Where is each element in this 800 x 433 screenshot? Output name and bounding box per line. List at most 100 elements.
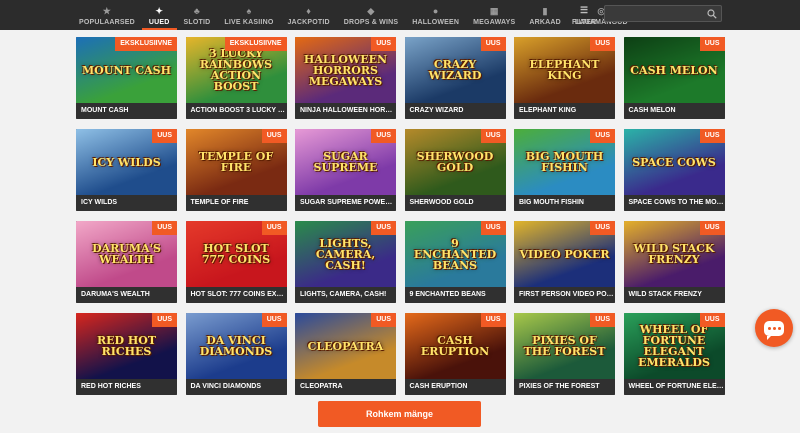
search-box[interactable] (604, 5, 722, 24)
new-badge: UUS (590, 313, 615, 327)
game-tile[interactable]: ICY WILDS UUS ICY WILDS (76, 129, 177, 211)
game-tile[interactable]: MOUNT CASH EKSKLUSIIVNE MOUNT CASH (76, 37, 177, 119)
game-tile[interactable]: CRAZY WIZARD UUS CRAZY WIZARD (404, 37, 506, 119)
game-title[interactable]: CASH MELON (623, 103, 725, 119)
game-tile[interactable]: HALLOWEEN HORRORS MEGAWAYS UUS NINJA HALLO… (295, 37, 396, 119)
game-tile[interactable]: CLEOPATRA UUS CLEOPATRA (295, 313, 396, 395)
game-title[interactable]: RED HOT RICHES (76, 379, 177, 395)
game-tile[interactable]: WILD STACK FRENZY UUS WILD STACK FRENZY (623, 221, 725, 303)
tab-label: ARKAAD (529, 19, 561, 26)
chat-button[interactable] (755, 309, 793, 347)
tab-megaways[interactable]: ▦ MEGAWAYS (466, 0, 522, 30)
game-title[interactable]: SPACE COWS TO THE MOO'N (623, 195, 725, 211)
tab-arkaad[interactable]: ▮ ARKAAD (522, 0, 568, 30)
game-tile[interactable]: 9 ENCHANTED BEANS UUS 9 ENCHANTED BEANS (404, 221, 506, 303)
game-logo-text: HALLOWEEN HORRORS MEGAWAYS (303, 52, 388, 88)
game-logo-text: CRAZY WIZARD (428, 58, 482, 82)
game-title[interactable]: NINJA HALLOWEEN HORRO... (295, 103, 396, 119)
game-logo-text: PIXIES OF THE FOREST (523, 334, 606, 358)
game-title[interactable]: SUGAR SUPREME POWERN... (295, 195, 396, 211)
tab-populaarsed[interactable]: ★ POPULAARSED (72, 0, 142, 30)
game-tile[interactable]: LIGHTS, CAMERA, CASH! UUS LIGHTS, CAMERA, … (295, 221, 396, 303)
game-title[interactable]: WILD STACK FRENZY (623, 287, 725, 303)
game-tile[interactable]: VIDEO POKER UUS FIRST PERSON VIDEO POKER (514, 221, 615, 303)
tab-jackpotid[interactable]: ♦ JACKPOTID (280, 0, 336, 30)
game-tile[interactable]: CASH MELON UUS CASH MELON (623, 37, 725, 119)
game-title[interactable]: FIRST PERSON VIDEO POKER (514, 287, 615, 303)
game-title[interactable]: 9 ENCHANTED BEANS (404, 287, 506, 303)
new-badge: UUS (590, 37, 615, 51)
game-title[interactable]: PIXIES OF THE FOREST (514, 379, 615, 395)
game-title[interactable]: ELEPHANT KING (514, 103, 615, 119)
game-logo-text: SHERWOOD GOLD (416, 150, 494, 174)
game-title[interactable]: CASH ERUPTION (404, 379, 506, 395)
game-tile[interactable]: 3 LUCKY RAINBOWS ACTION BOOST EKSKLUSIIVN… (185, 37, 287, 119)
new-badge: UUS (699, 313, 725, 327)
game-title[interactable]: MOUNT CASH (76, 103, 177, 119)
game-logo-text: SUGAR SUPREME (313, 150, 378, 174)
game-tile[interactable]: TEMPLE OF FIRE UUS TEMPLE OF FIRE (185, 129, 287, 211)
game-logo-text: HOT SLOT 777 COINS (201, 242, 271, 266)
new-badge: UUS (371, 313, 396, 327)
game-title[interactable]: HOT SLOT: 777 COINS EXTR... (185, 287, 287, 303)
game-tile[interactable]: HOT SLOT 777 COINS UUS HOT SLOT: 777 COINS… (185, 221, 287, 303)
new-badge: UUS (152, 129, 177, 143)
new-badge: UUS (699, 129, 725, 143)
game-logo-text: WHEEL OF FORTUNE ELEGANT EMERALDS (638, 323, 710, 369)
game-tile[interactable]: SUGAR SUPREME UUS SUGAR SUPREME POWERN... (295, 129, 396, 211)
tab-halloween[interactable]: ● HALLOWEEN (405, 0, 466, 30)
game-title[interactable]: BIG MOUTH FISHIN (514, 195, 615, 211)
game-title[interactable]: DARUMA'S WEALTH (76, 287, 177, 303)
game-title[interactable]: SHERWOOD GOLD (404, 195, 506, 211)
new-badge: UUS (480, 221, 506, 235)
new-badge: UUS (699, 221, 725, 235)
exclusive-badge: EKSKLUSIIVNE (224, 37, 287, 51)
game-title[interactable]: ACTION BOOST 3 LUCKY RA... (185, 103, 287, 119)
game-tile[interactable]: SPACE COWS UUS SPACE COWS TO THE MOO'N (623, 129, 725, 211)
game-tile[interactable]: CASH ERUPTION UUS CASH ERUPTION (404, 313, 506, 395)
game-title[interactable]: WHEEL OF FORTUNE ELEG... (623, 379, 725, 395)
filter-button[interactable]: ☰ FILTER (572, 0, 596, 30)
game-tile[interactable]: WHEEL OF FORTUNE ELEGANT EMERALDS UUS WHEE… (623, 313, 725, 395)
game-tile[interactable]: ELEPHANT KING UUS ELEPHANT KING (514, 37, 615, 119)
game-tile[interactable]: DA VINCI DIAMONDS UUS DA VINCI DIAMONDS (185, 313, 287, 395)
live-dealer-icon: ♠ (246, 6, 252, 16)
tab-live-kasiino[interactable]: ♠ LIVE KASIINO (217, 0, 280, 30)
game-logo-text: BIG MOUTH FISHIN (525, 150, 604, 174)
tab-label: HALLOWEEN (412, 19, 460, 26)
game-tile[interactable]: BIG MOUTH FISHIN UUS BIG MOUTH FISHIN (514, 129, 615, 211)
game-logo-text: RED HOT RICHES (96, 334, 157, 358)
game-title[interactable]: ICY WILDS (76, 195, 177, 211)
game-title[interactable]: LIGHTS, CAMERA, CASH! (295, 287, 396, 303)
game-tile[interactable]: DARUMA'S WEALTH UUS DARUMA'S WEALTH (76, 221, 177, 303)
tab-uued[interactable]: ✦ UUED (141, 0, 177, 30)
new-badge: UUS (480, 313, 506, 327)
megaways-icon: ▦ (489, 6, 499, 16)
search-icon[interactable] (707, 9, 717, 19)
game-logo-text: CASH MELON (630, 63, 718, 77)
tab-label: SLOTID (183, 19, 211, 26)
game-title[interactable]: TEMPLE OF FIRE (185, 195, 287, 211)
game-logo-text: DARUMA'S WEALTH (92, 242, 161, 266)
game-logo-text: VIDEO POKER (519, 247, 610, 261)
tab-slotid[interactable]: ♣ SLOTID (177, 0, 218, 30)
new-badge: UUS (261, 221, 287, 235)
game-title[interactable]: DA VINCI DIAMONDS (185, 379, 287, 395)
game-logo-text: CLEOPATRA (307, 339, 384, 353)
game-title[interactable]: CLEOPATRA (295, 379, 396, 395)
new-badge: UUS (261, 313, 287, 327)
search-input[interactable] (605, 9, 721, 24)
game-tile[interactable]: PIXIES OF THE FOREST UUS PIXIES OF THE FOR… (514, 313, 615, 395)
new-badge: UUS (371, 129, 396, 143)
game-logo-text: ICY WILDS (92, 155, 161, 169)
game-logo-text: ELEPHANT KING (529, 58, 600, 82)
game-logo-text: MOUNT CASH (81, 63, 172, 77)
tab-label: UUED (148, 19, 170, 26)
filter-icon: ☰ (579, 5, 589, 15)
game-tile[interactable]: SHERWOOD GOLD UUS SHERWOOD GOLD (404, 129, 506, 211)
tab-drops-wins[interactable]: ◆ DROPS & WINS (337, 0, 406, 30)
game-title[interactable]: CRAZY WIZARD (404, 103, 506, 119)
more-games-button[interactable]: Rohkem mänge (318, 401, 481, 427)
game-tile[interactable]: RED HOT RICHES UUS RED HOT RICHES (76, 313, 177, 395)
exclusive-badge: EKSKLUSIIVNE (115, 37, 177, 51)
